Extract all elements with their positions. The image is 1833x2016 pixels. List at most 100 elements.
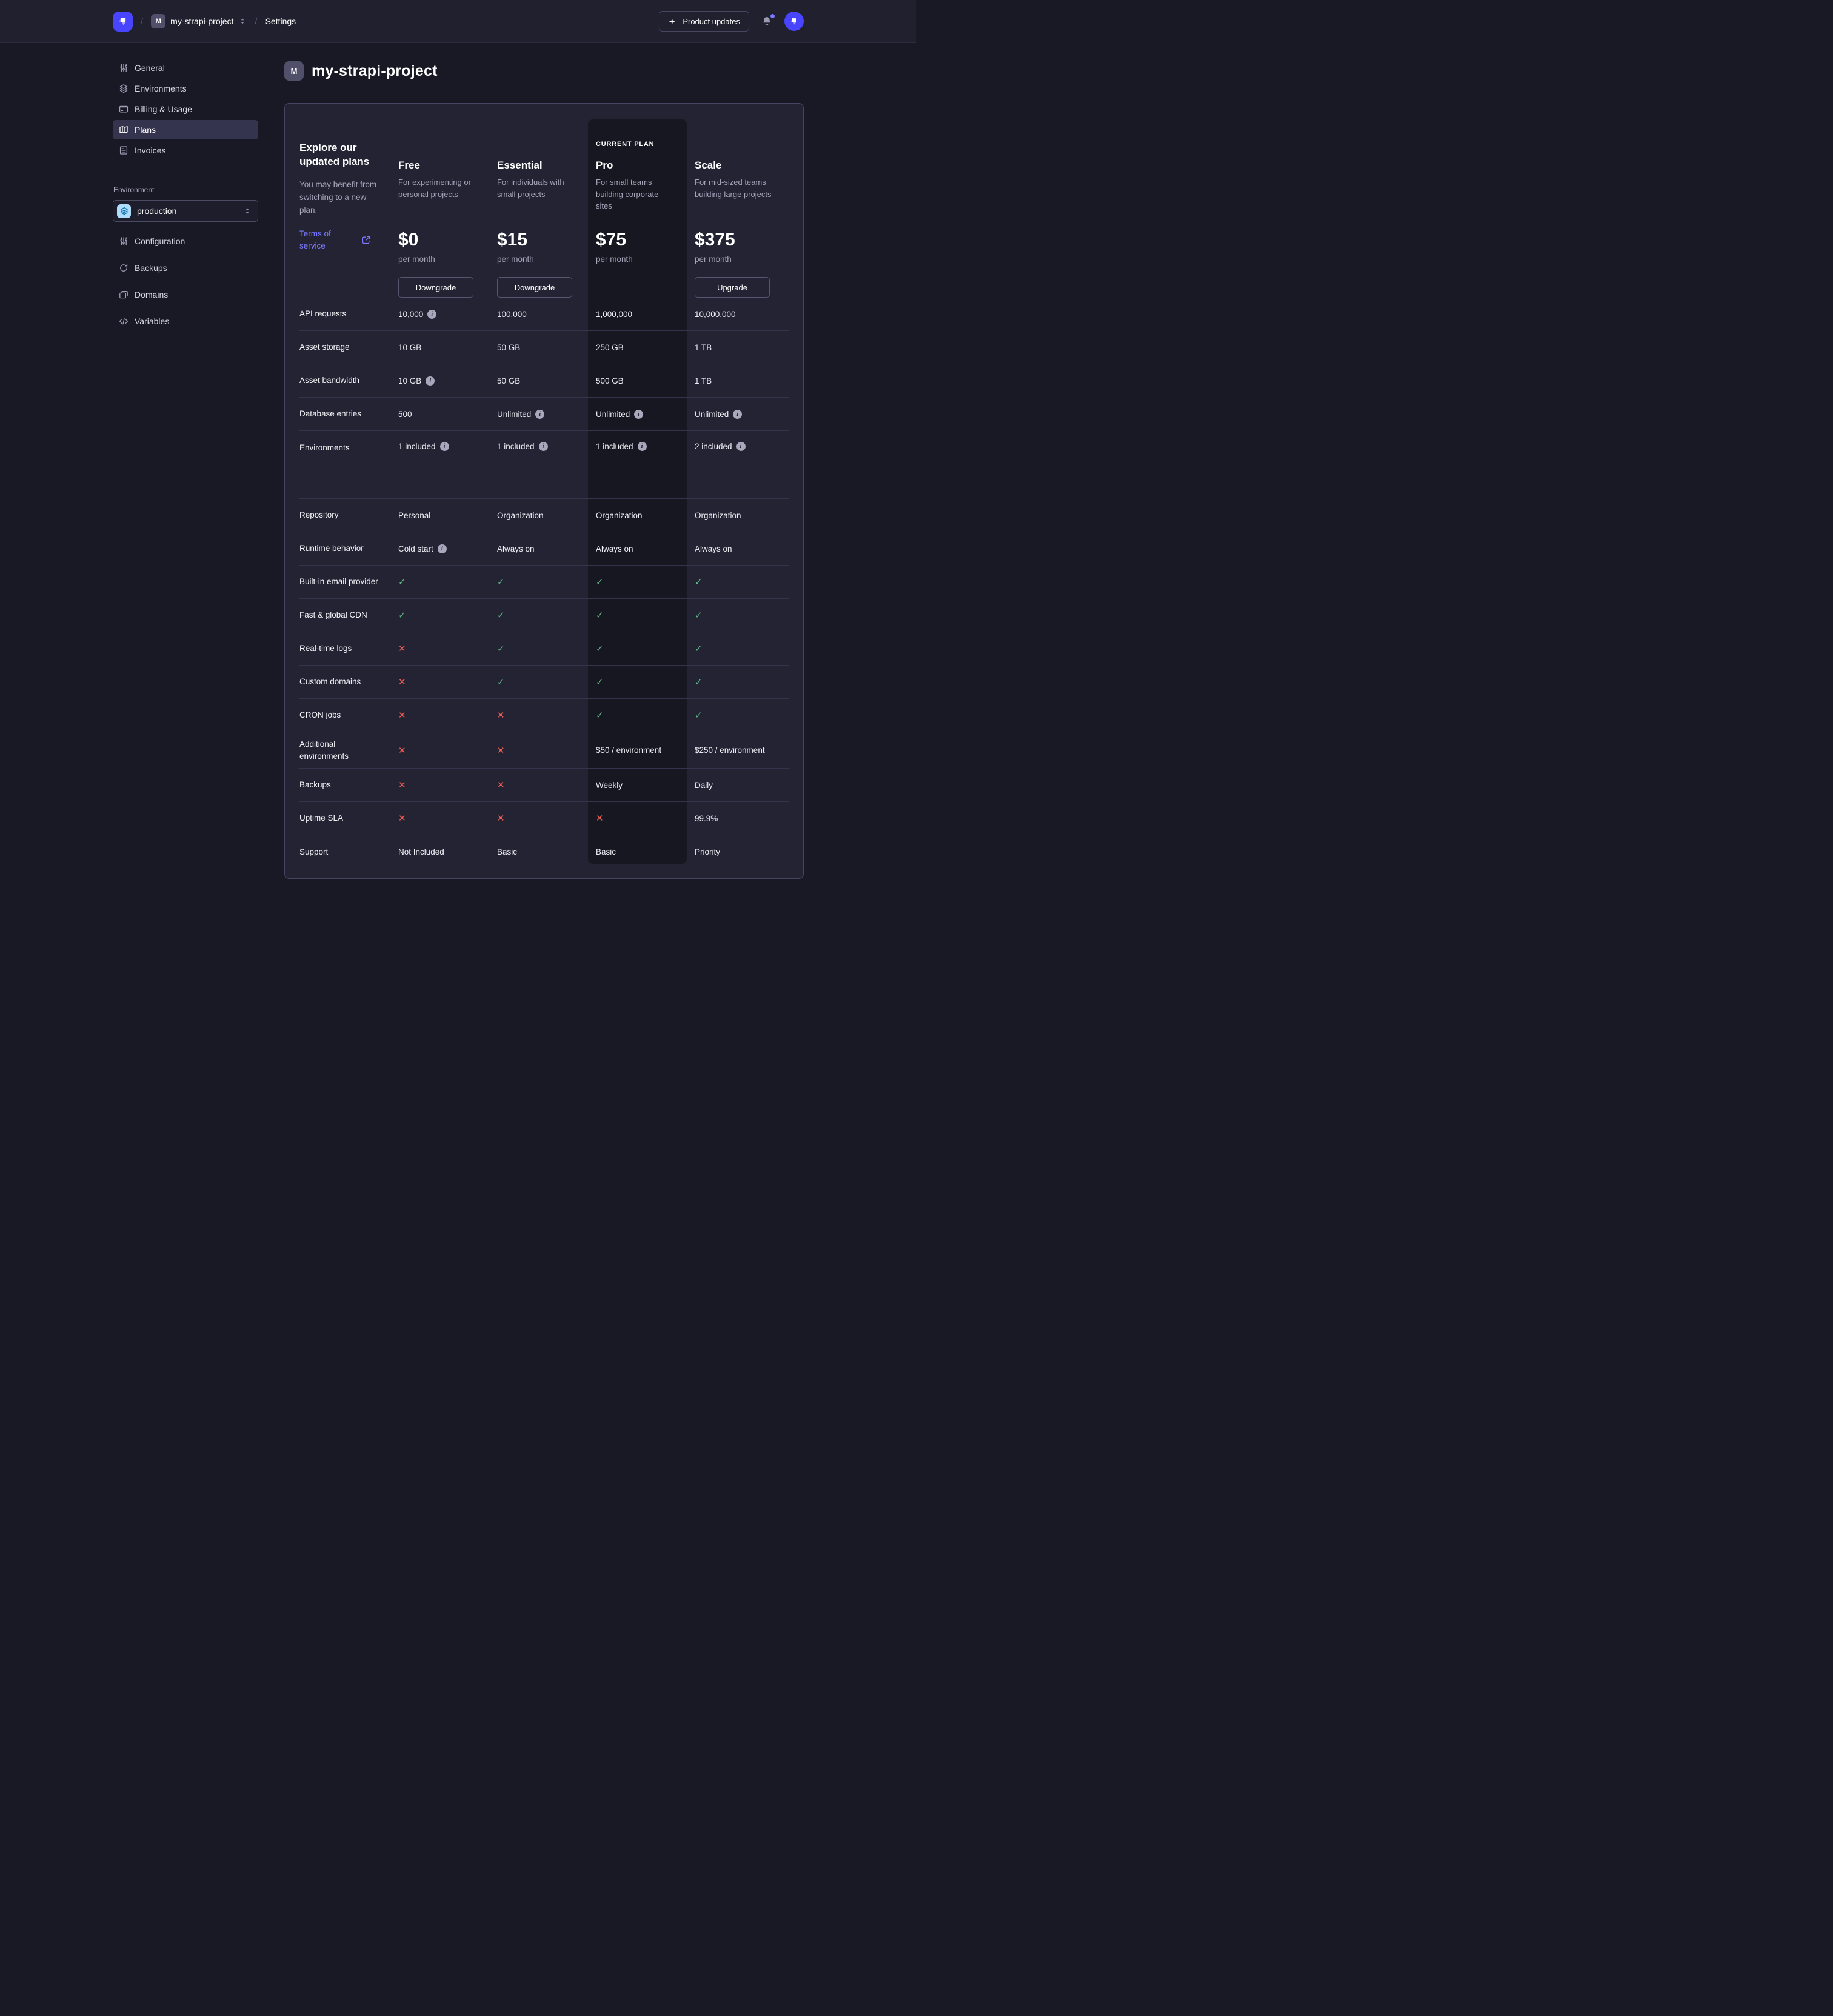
plan-description: For experimenting or personal projects <box>398 176 478 224</box>
feature-label: CRON jobs <box>299 703 390 727</box>
cell-value: 250 GB <box>596 343 624 352</box>
plan-description: For individuals with small projects <box>497 176 577 224</box>
cross-icon: ✕ <box>398 643 406 654</box>
check-icon: ✓ <box>596 643 604 654</box>
plan-column-essential: Essential For individuals with small pro… <box>489 118 588 298</box>
check-icon: ✓ <box>398 576 406 587</box>
check-icon: ✓ <box>497 643 505 654</box>
table-row: CRON jobs ✕ ✕ ✓ ✓ <box>299 699 789 732</box>
cell-value: 100,000 <box>497 310 527 319</box>
info-icon[interactable] <box>638 442 647 451</box>
sidebar-item-label: Plans <box>135 125 156 135</box>
sidebar-item-label: Domains <box>135 290 168 299</box>
table-row: Runtime behavior Cold start Always on Al… <box>299 532 789 566</box>
sidebar-item-environments[interactable]: Environments <box>113 79 258 98</box>
table-row: Asset storage 10 GB 50 GB 250 GB 1 TB <box>299 331 789 364</box>
folders-icon <box>119 290 129 299</box>
info-icon[interactable] <box>539 442 548 451</box>
cross-icon: ✕ <box>398 779 406 790</box>
check-icon: ✓ <box>596 710 604 721</box>
feature-label: Asset bandwidth <box>299 369 390 393</box>
table-row: Uptime SLA ✕ ✕ ✕ 99.9% <box>299 802 789 835</box>
current-plan-label: CURRENT PLAN <box>596 141 654 148</box>
feature-label: Real-time logs <box>299 636 390 661</box>
downgrade-button[interactable]: Downgrade <box>497 277 572 298</box>
cell-value: 10,000,000 <box>695 310 736 319</box>
plan-period: per month <box>695 255 778 264</box>
user-avatar[interactable] <box>784 12 804 31</box>
cross-icon: ✕ <box>497 813 505 824</box>
strapi-logo[interactable] <box>113 12 133 32</box>
plan-period: per month <box>596 255 676 264</box>
sidebar-item-configuration[interactable]: Configuration <box>113 232 258 251</box>
sidebar-item-invoices[interactable]: Invoices <box>113 141 258 160</box>
feature-label: Asset storage <box>299 335 390 359</box>
plan-name: Free <box>398 159 478 172</box>
layers-icon <box>120 207 129 215</box>
info-icon[interactable] <box>440 442 449 451</box>
info-icon[interactable] <box>438 544 447 553</box>
table-row: Environments 1 included 1 included 1 inc… <box>299 431 789 499</box>
environment-select[interactable]: production <box>113 200 258 222</box>
product-updates-label: Product updates <box>683 17 740 26</box>
table-row: Repository Personal Organization Organiz… <box>299 499 789 532</box>
info-icon[interactable] <box>736 442 746 451</box>
downgrade-button[interactable]: Downgrade <box>398 277 473 298</box>
breadcrumb-section[interactable]: Settings <box>265 16 296 26</box>
check-icon: ✓ <box>596 610 604 621</box>
check-icon: ✓ <box>695 643 703 654</box>
plan-column-scale: Scale For mid-sized teams building large… <box>687 118 789 298</box>
sidebar-item-plans[interactable]: Plans <box>113 120 258 139</box>
cross-icon: ✕ <box>497 710 505 721</box>
cell-value: 500 GB <box>596 376 624 386</box>
upgrade-button[interactable]: Upgrade <box>695 277 770 298</box>
cell-value: Unlimited <box>695 410 729 419</box>
sidebar-item-domains[interactable]: Domains <box>113 285 258 304</box>
info-icon[interactable] <box>634 410 643 419</box>
cell-value: Unlimited <box>497 410 531 419</box>
table-row: Custom domains ✕ ✓ ✓ ✓ <box>299 666 789 699</box>
cell-value: Organization <box>497 511 544 520</box>
table-row: Additional environments ✕ ✕ $50 / enviro… <box>299 732 789 769</box>
feature-label: Built-in email provider <box>299 570 390 594</box>
sidebar-item-variables[interactable]: Variables <box>113 312 258 331</box>
table-row: Support Not Included Basic Basic Priorit… <box>299 835 789 869</box>
plan-column-pro-current: CURRENT PLAN Pro For small teams buildin… <box>588 118 687 298</box>
cross-icon: ✕ <box>497 745 505 756</box>
breadcrumb: / M my-strapi-project / Settings <box>113 12 296 32</box>
notifications-bell-button[interactable] <box>760 15 773 28</box>
check-icon: ✓ <box>695 676 703 687</box>
plan-period: per month <box>398 255 478 264</box>
table-row: Fast & global CDN ✓ ✓ ✓ ✓ <box>299 599 789 632</box>
cell-value: Priority <box>695 847 720 856</box>
product-updates-button[interactable]: Product updates <box>659 11 749 32</box>
info-icon[interactable] <box>733 410 742 419</box>
sidebar-item-label: Backups <box>135 263 167 273</box>
cell-value: 1 TB <box>695 376 712 386</box>
info-icon[interactable] <box>535 410 544 419</box>
feature-label: Fast & global CDN <box>299 603 390 627</box>
feature-label: Database entries <box>299 402 390 426</box>
feature-label: API requests <box>299 302 390 326</box>
terms-of-service-link[interactable]: Terms of service <box>299 228 343 253</box>
top-navigation-bar: / M my-strapi-project / Settings Product… <box>0 0 916 43</box>
breadcrumb-project-switcher[interactable]: M my-strapi-project <box>151 14 247 28</box>
cross-icon: ✕ <box>398 745 406 756</box>
explore-body: You may benefit from switching to a new … <box>299 179 379 217</box>
plan-comparison-table: API requests 10,000 100,000 1,000,000 10… <box>299 298 789 869</box>
table-row: Built-in email provider ✓ ✓ ✓ ✓ <box>299 566 789 599</box>
strapi-mark-icon <box>789 16 800 27</box>
table-row: Real-time logs ✕ ✓ ✓ ✓ <box>299 632 789 666</box>
sidebar-item-backups[interactable]: Backups <box>113 258 258 278</box>
sliders-icon <box>119 236 129 246</box>
plan-price: $15 <box>497 230 577 250</box>
info-icon[interactable] <box>427 310 436 319</box>
plan-name: Scale <box>695 159 778 172</box>
sidebar-item-general[interactable]: General <box>113 58 258 78</box>
project-initial-badge: M <box>284 61 304 81</box>
check-icon: ✓ <box>398 610 406 621</box>
sidebar-item-billing-usage[interactable]: Billing & Usage <box>113 99 258 119</box>
info-icon[interactable] <box>426 376 435 386</box>
check-icon: ✓ <box>695 576 703 587</box>
project-initial-badge: M <box>151 14 165 28</box>
